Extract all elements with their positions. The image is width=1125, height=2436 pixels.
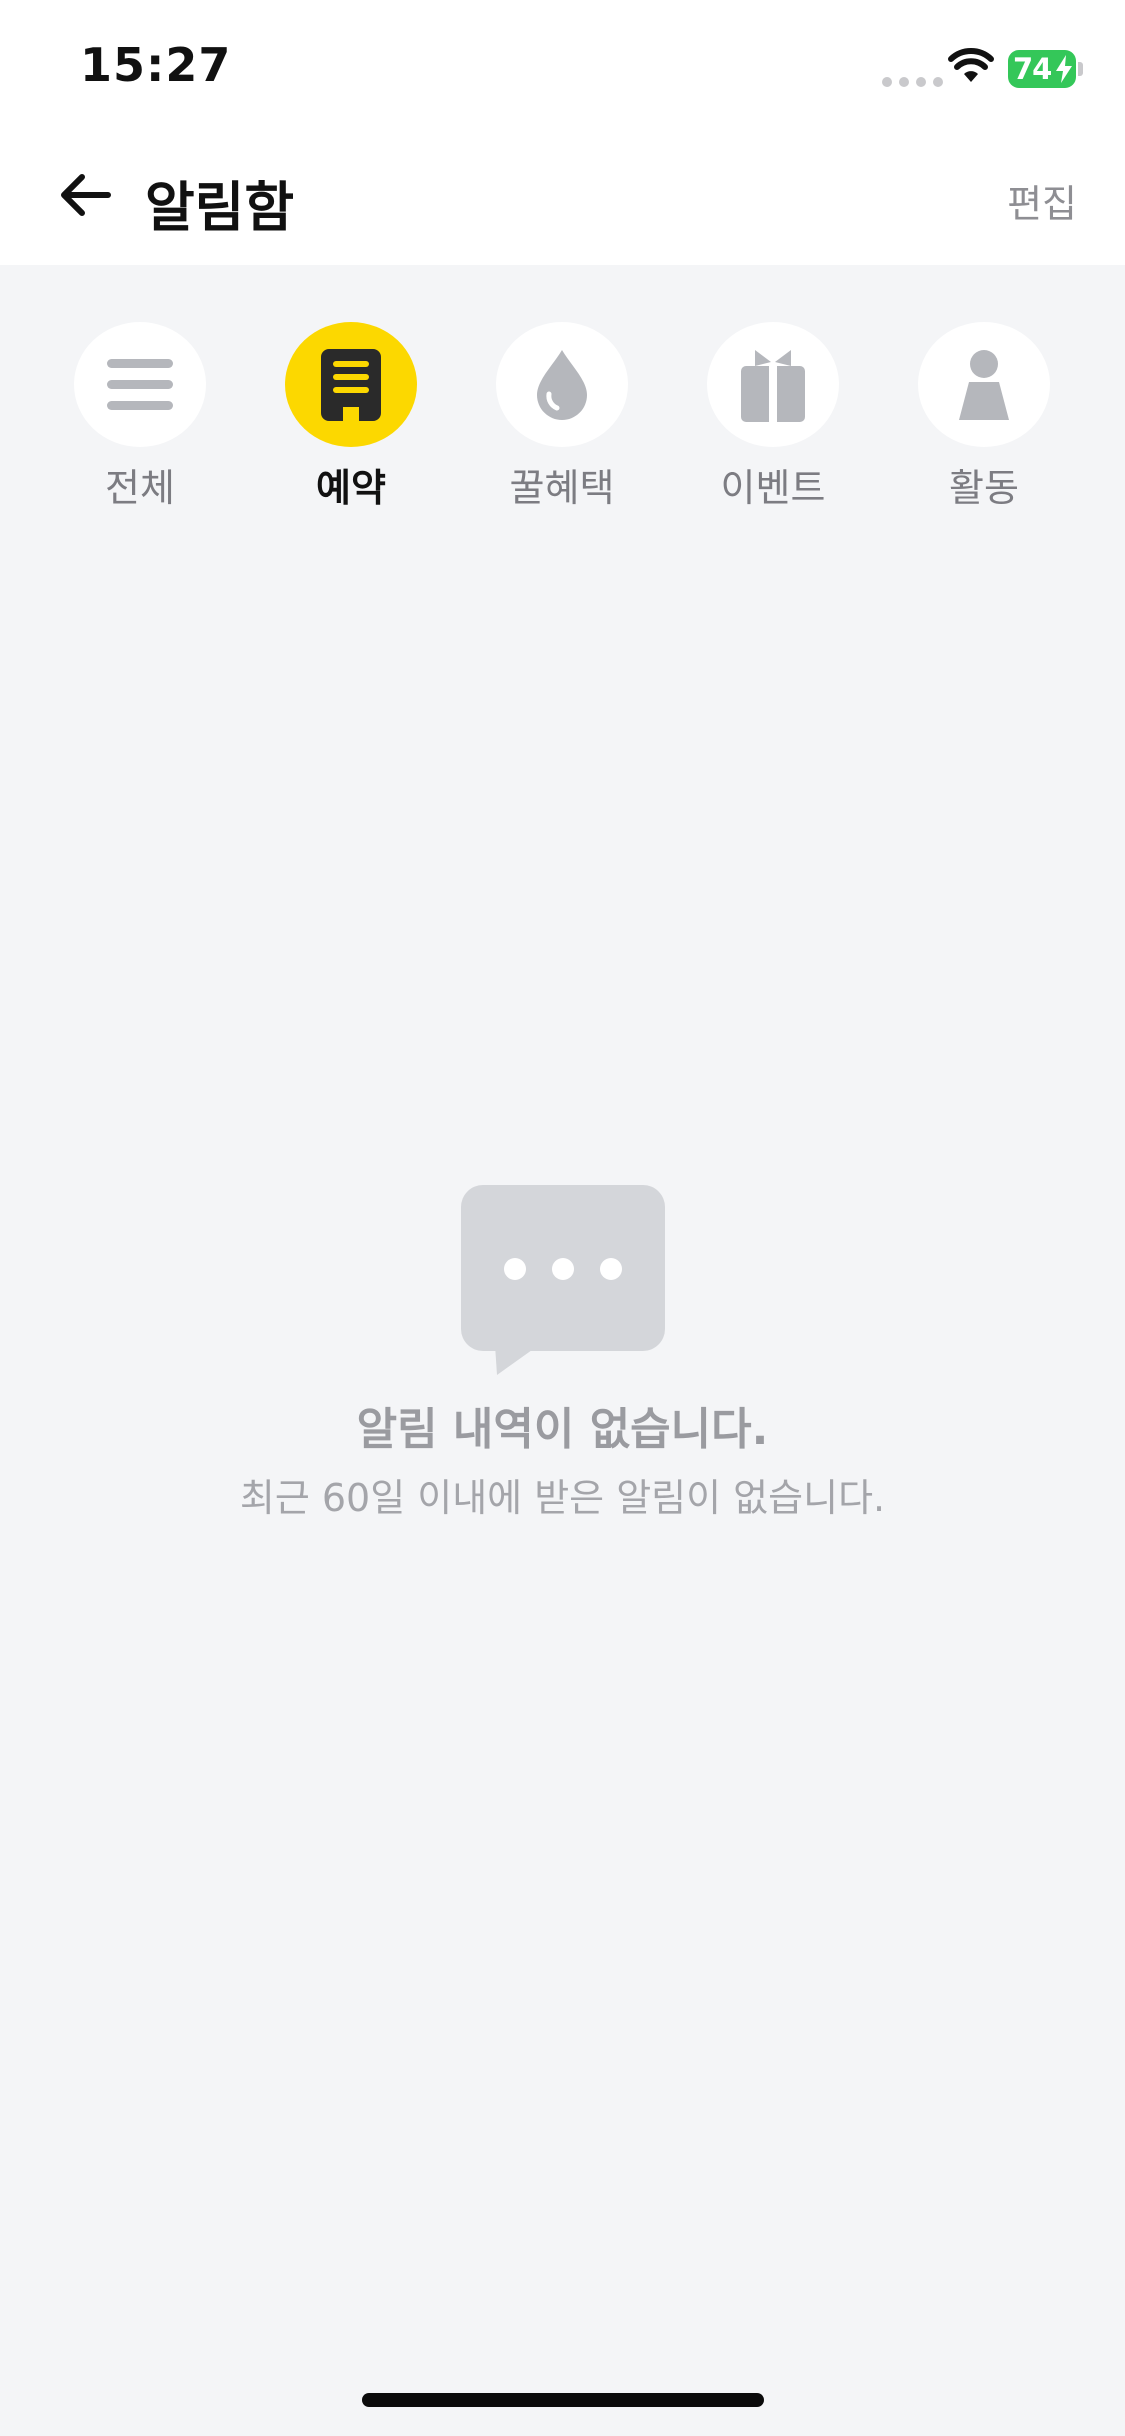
empty-description: 최근 60일 이내에 받은 알림이 없습니다.: [239, 1476, 886, 1520]
tab-reservation-circle: [285, 322, 417, 447]
tab-event-circle: [707, 322, 839, 447]
tab-activity[interactable]: 활동: [899, 322, 1069, 512]
back-button[interactable]: [50, 160, 120, 230]
empty-title: 알림 내역이 없습니다.: [356, 1404, 769, 1455]
battery-cap: [1078, 62, 1083, 76]
status-bar: 15:27 74: [0, 0, 1125, 135]
tab-all[interactable]: 전체: [55, 322, 225, 512]
drop-icon: [537, 349, 587, 420]
receipt-icon: [321, 348, 381, 421]
tab-benefits[interactable]: 꿀혜택: [477, 322, 647, 512]
cellular-signal-icon: [882, 77, 943, 87]
category-tabs: 전체 예약 꿀혜택 이벤트 활동: [0, 322, 1125, 512]
tab-all-circle: [74, 322, 206, 447]
person-icon: [959, 349, 1009, 420]
tab-label: 꿀혜택: [509, 466, 615, 510]
edit-button[interactable]: 편집: [1007, 173, 1077, 228]
page-title: 알림함: [145, 176, 295, 239]
wifi-icon: [948, 48, 994, 82]
tab-benefits-circle: [496, 322, 628, 447]
gift-icon: [741, 349, 805, 422]
tab-event[interactable]: 이벤트: [688, 322, 858, 512]
header: 알림함 편집: [0, 135, 1125, 265]
battery-icon: 74: [1008, 50, 1076, 88]
empty-state: 알림 내역이 없습니다. 최근 60일 이내에 받은 알림이 없습니다.: [0, 1185, 1125, 1522]
tab-label: 전체: [105, 466, 175, 510]
status-time: 15:27: [80, 38, 232, 92]
tab-label: 이벤트: [720, 466, 826, 510]
charging-bolt-icon: [1056, 55, 1072, 83]
arrow-left-icon: [61, 174, 111, 216]
notification-screen: 15:27 74 알림함 편집 전체 예약 꿀혜택 이벤트 활동 알림 내역이 …: [0, 0, 1125, 2436]
chat-bubble-icon: [460, 1185, 665, 1375]
tab-reservation[interactable]: 예약: [266, 322, 436, 512]
menu-lines-icon: [107, 358, 173, 410]
tab-label: 예약: [316, 466, 386, 510]
tab-activity-circle: [918, 322, 1050, 447]
tab-label: 활동: [949, 466, 1019, 510]
battery-level: 74: [1013, 52, 1052, 86]
home-indicator[interactable]: [362, 2393, 764, 2407]
